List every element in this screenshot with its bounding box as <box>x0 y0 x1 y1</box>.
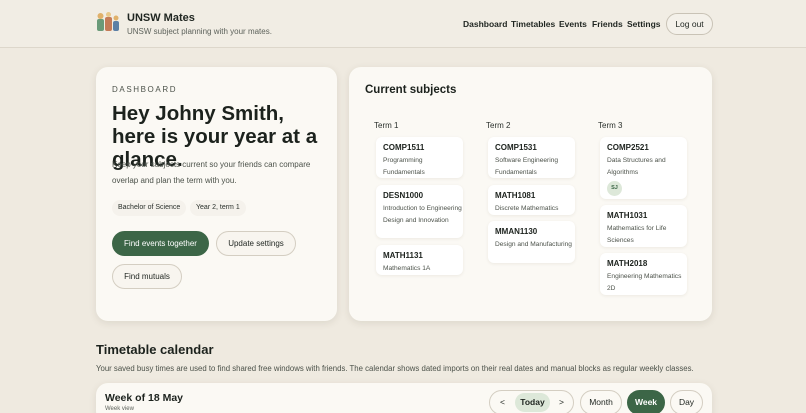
course-card[interactable]: MATH1031 Mathematics for Life Sciences <box>600 205 687 247</box>
course-code: COMP2521 <box>607 143 649 152</box>
nav-timetables[interactable]: Timetables <box>511 19 555 29</box>
app-subtitle: UNSW subject planning with your mates. <box>127 27 272 36</box>
timetable-description: Your saved busy times are used to find s… <box>96 364 694 373</box>
course-code: MMAN1130 <box>495 227 538 236</box>
course-name: Engineering Mathematics 2D <box>607 273 682 292</box>
course-code: MATH1031 <box>607 211 648 220</box>
app-title: UNSW Mates <box>127 12 195 24</box>
course-card[interactable]: MATH1131 Mathematics 1A <box>376 245 463 275</box>
term-3-label: Term 3 <box>598 121 623 130</box>
term-2-label: Term 2 <box>486 121 511 130</box>
course-code: MATH2018 <box>607 259 648 268</box>
chevron-left-icon[interactable]: < <box>500 397 505 407</box>
chevron-right-icon[interactable]: > <box>559 397 564 407</box>
nav-friends[interactable]: Friends <box>592 19 623 29</box>
course-card[interactable]: COMP2521 Data Structures and Algorithms … <box>600 137 687 199</box>
year-term-tag: Year 2, term 1 <box>190 200 246 216</box>
degree-tag: Bachelor of Science <box>112 200 187 216</box>
course-name: Data Structures and Algorithms <box>607 157 666 176</box>
view-week-button[interactable]: Week <box>627 390 665 413</box>
nav-settings[interactable]: Settings <box>627 19 661 29</box>
current-subjects-title: Current subjects <box>365 84 457 96</box>
nav-dashboard[interactable]: Dashboard <box>463 19 507 29</box>
course-code: MATH1081 <box>495 191 536 200</box>
friend-avatar[interactable]: SJ <box>607 181 622 196</box>
course-name: Programming Fundamentals <box>383 157 425 176</box>
nav-events[interactable]: Events <box>559 19 587 29</box>
course-name: Mathematics 1A <box>383 265 431 272</box>
timetable-title: Timetable calendar <box>96 342 214 357</box>
course-card[interactable]: MMAN1130 Design and Manufacturing <box>488 221 575 263</box>
course-card[interactable]: MATH1081 Discrete Mathematics <box>488 185 575 215</box>
update-settings-button[interactable]: Update settings <box>216 231 296 256</box>
course-name: Discrete Mathematics <box>495 205 559 212</box>
course-name: Introduction to Engineering Design and I… <box>383 205 462 224</box>
mates-logo-icon <box>97 12 119 31</box>
course-name: Mathematics for Life Sciences <box>607 225 667 244</box>
course-code: MATH1131 <box>383 251 423 260</box>
course-code: COMP1511 <box>383 143 425 152</box>
week-view-label: Week view <box>105 406 134 412</box>
dashboard-eyebrow: DASHBOARD <box>112 85 178 94</box>
course-card[interactable]: COMP1511 Programming Fundamentals <box>376 137 463 178</box>
course-card[interactable]: COMP1531 Software Engineering Fundamenta… <box>488 137 575 178</box>
course-name: Design and Manufacturing <box>495 241 572 248</box>
course-code: DESN1000 <box>383 191 424 200</box>
view-month-button[interactable]: Month <box>580 390 622 413</box>
dashboard-description: Keep your subjects current so your frien… <box>112 160 311 185</box>
course-code: COMP1531 <box>495 143 537 152</box>
today-button[interactable]: Today <box>515 393 550 412</box>
logout-button[interactable]: Log out <box>666 13 713 35</box>
week-title: Week of 18 May <box>105 392 184 404</box>
find-mutuals-button[interactable]: Find mutuals <box>112 264 182 289</box>
course-name: Software Engineering Fundamentals <box>495 157 559 176</box>
view-day-button[interactable]: Day <box>670 390 703 413</box>
term-1-label: Term 1 <box>374 121 399 130</box>
course-card[interactable]: MATH2018 Engineering Mathematics 2D <box>600 253 687 295</box>
find-events-button[interactable]: Find events together <box>112 231 209 256</box>
course-card[interactable]: DESN1000 Introduction to Engineering Des… <box>376 185 463 238</box>
